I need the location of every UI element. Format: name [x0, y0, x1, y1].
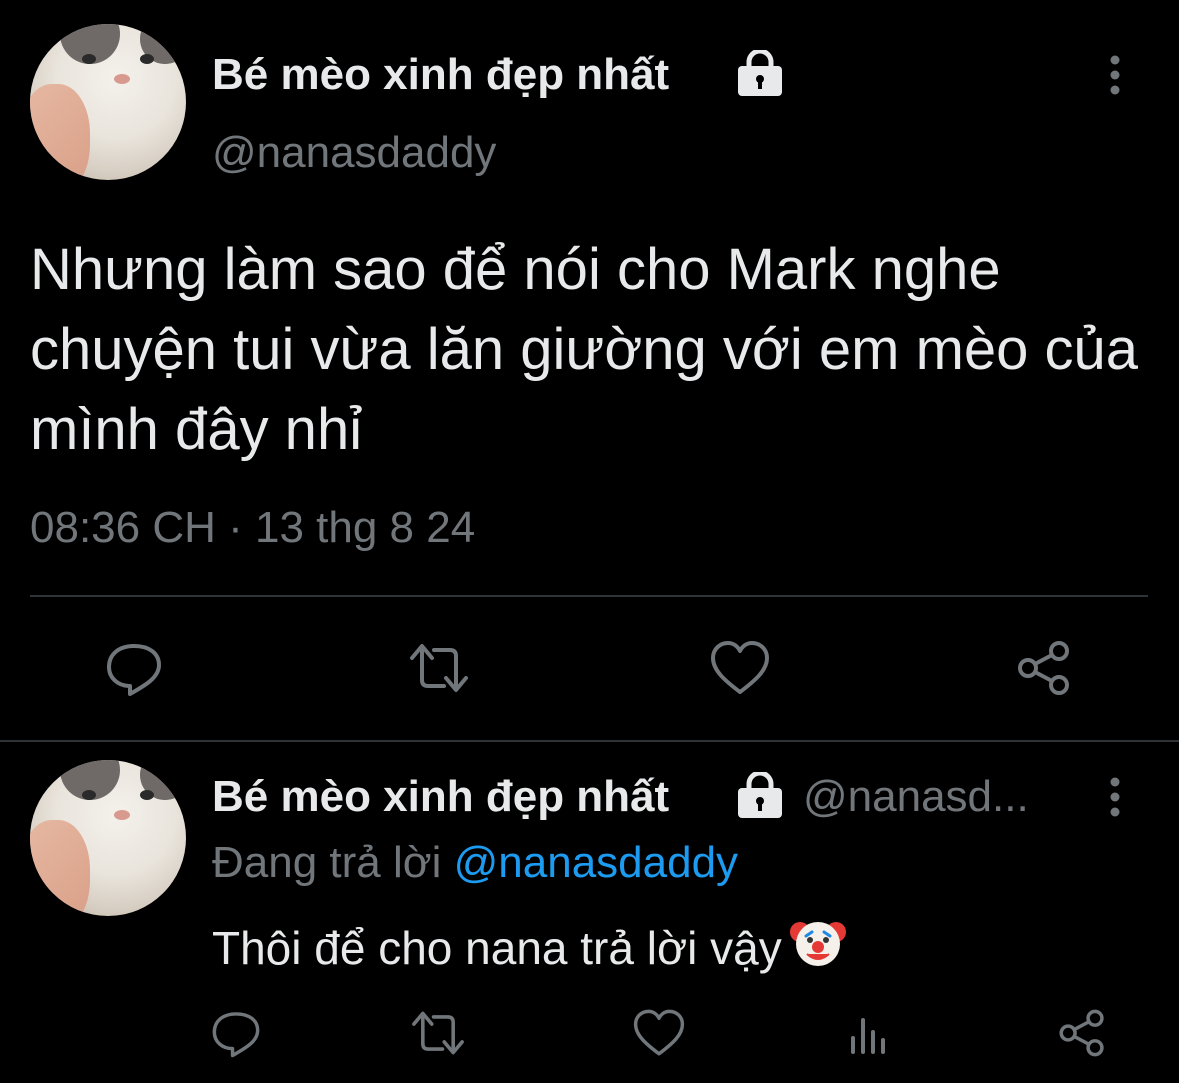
reply-icon[interactable] [104, 640, 164, 696]
share-icon[interactable] [1056, 1008, 1108, 1058]
replying-to: Đang trả lời @nanasdaddy [212, 838, 738, 888]
tweet-text: Thôi để cho nana trả lời vậy [212, 922, 782, 974]
tweet-timestamp[interactable]: 08:36 CH · 13 thg 8 24 [30, 503, 475, 553]
replying-prefix: Đang trả lời [212, 838, 454, 887]
display-name[interactable]: Bé mèo xinh đẹp nhất [212, 772, 669, 822]
divider [0, 740, 1179, 742]
retweet-icon[interactable] [410, 1008, 464, 1058]
heart-icon[interactable] [710, 640, 770, 696]
mention-link[interactable]: @nanasdaddy [454, 838, 738, 887]
tweet-text: Nhưng làm sao để nói cho Mark nghe chuyệ… [30, 237, 1139, 462]
lock-icon [734, 772, 786, 820]
avatar[interactable] [30, 24, 186, 180]
display-name[interactable]: Bé mèo xinh đẹp nhất [212, 50, 669, 100]
lock-icon [734, 50, 786, 98]
more-vertical-icon[interactable] [1100, 777, 1130, 819]
more-vertical-icon[interactable] [1100, 55, 1130, 97]
views-icon[interactable] [843, 1008, 895, 1058]
avatar[interactable] [30, 760, 186, 916]
tweet-text-row: Thôi để cho nana trả lời vậy [212, 914, 846, 975]
heart-icon[interactable] [633, 1008, 685, 1058]
clown-face-emoji [789, 914, 846, 970]
user-handle[interactable]: @nanasdaddy [212, 128, 496, 178]
reply-icon[interactable] [210, 1008, 262, 1058]
divider [30, 595, 1148, 597]
user-handle[interactable]: @nanasd... [803, 772, 1029, 822]
share-icon[interactable] [1014, 640, 1074, 696]
retweet-icon[interactable] [408, 640, 468, 696]
